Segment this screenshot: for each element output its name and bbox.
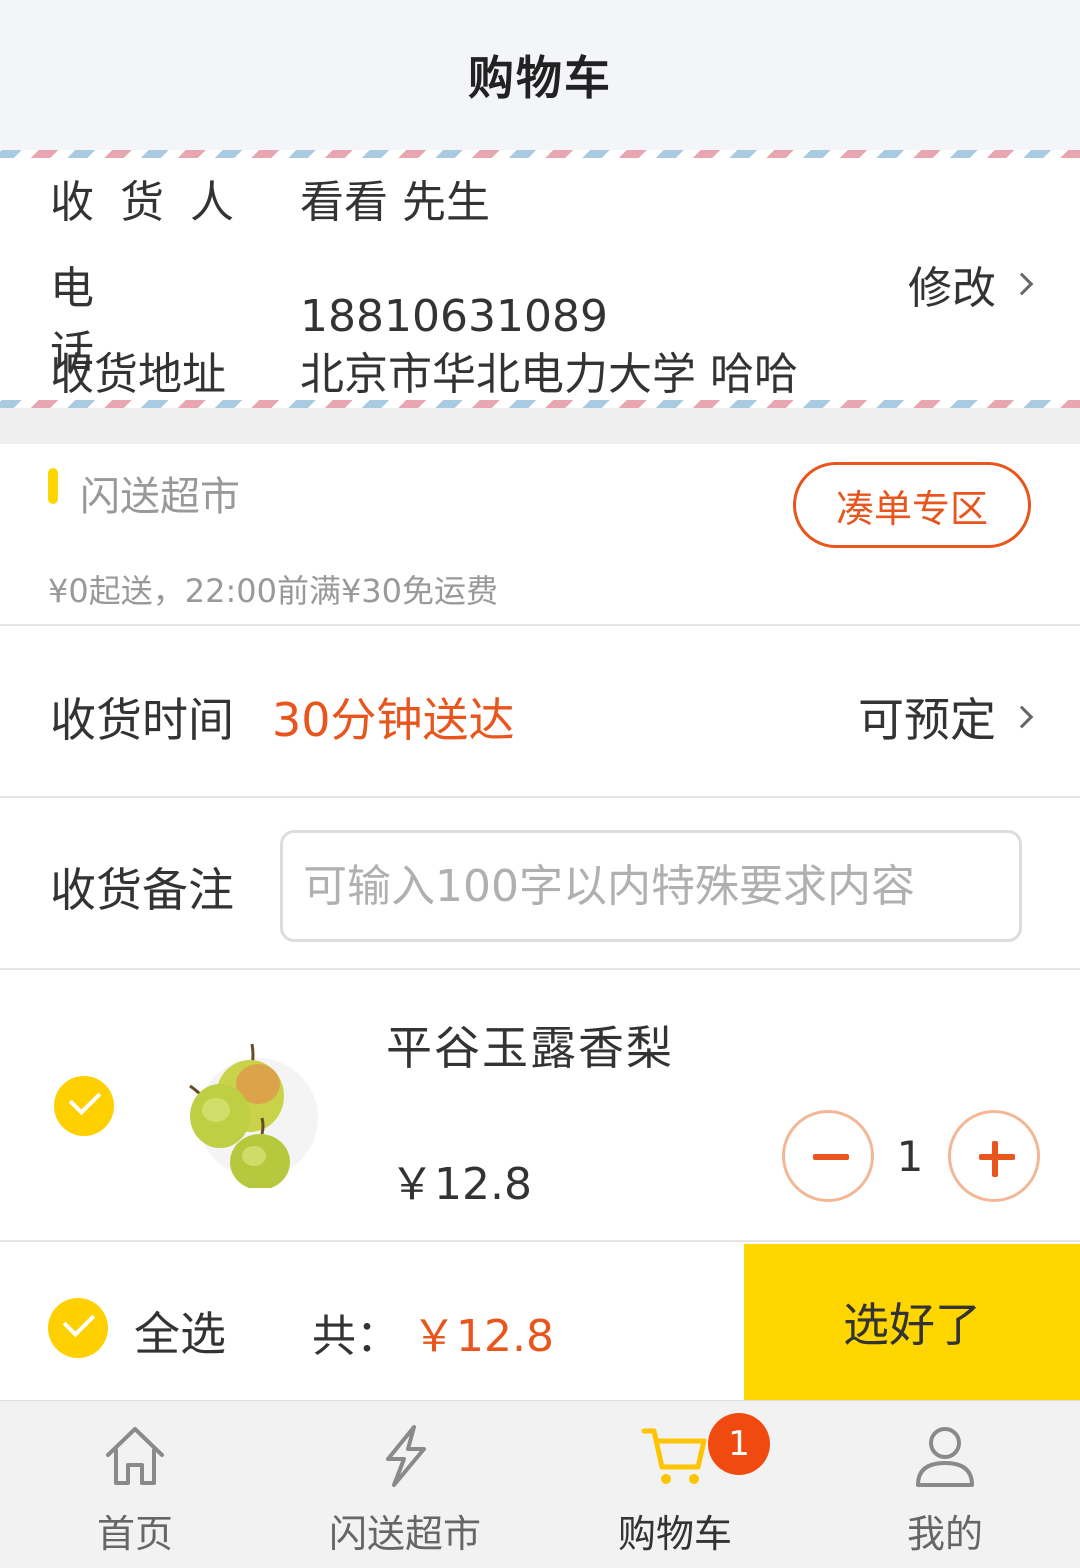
store-name: 闪送超市 xyxy=(80,474,240,520)
tab-flash-market[interactable]: 闪送超市 xyxy=(270,1401,540,1568)
address-card[interactable]: 收货人 看看 先生 电话 18810631089 修改 收货地址 北京市华北电力… xyxy=(0,158,1080,400)
tab-cart-label: 购物车 xyxy=(617,1512,732,1556)
tab-home-label: 首页 xyxy=(96,1512,173,1556)
select-all-checkbox[interactable] xyxy=(48,1298,108,1358)
store-delivery-note: ¥0起送，22:00前满¥30免运费 xyxy=(48,572,499,610)
user-icon xyxy=(916,1427,974,1487)
receiver-value: 看看 先生 xyxy=(300,177,490,228)
delivery-time-value: 30分钟送达 xyxy=(272,693,515,747)
increase-quantity-button[interactable] xyxy=(948,1110,1040,1202)
item-name[interactable]: 平谷玉露香梨 xyxy=(386,1012,674,1078)
receiver-row: 收货人 看看 先生 xyxy=(50,166,490,230)
address-row: 收货地址 北京市华北电力大学 哈哈 xyxy=(50,338,798,402)
item-price: ￥12.8 xyxy=(390,1159,532,1210)
tab-mine-label: 我的 xyxy=(906,1512,983,1556)
tab-home[interactable]: 首页 xyxy=(0,1401,270,1568)
edit-label: 修改 xyxy=(908,263,996,314)
envelope-stripe-top xyxy=(0,150,1080,158)
address-value: 北京市华北电力大学 哈哈 xyxy=(300,349,798,400)
total-label: 共： xyxy=(312,1311,400,1362)
plus-icon xyxy=(992,1141,998,1177)
confirm-button[interactable]: 选好了 xyxy=(744,1244,1080,1400)
reserve-link[interactable]: 可预定 xyxy=(858,684,1034,750)
reserve-label: 可预定 xyxy=(858,693,996,747)
pear-image xyxy=(189,1043,318,1188)
select-all-label[interactable]: 全选 xyxy=(134,1298,226,1364)
remark-row: 收货备注 xyxy=(0,800,1080,970)
receiver-label: 收货人 xyxy=(50,166,300,230)
section-divider xyxy=(0,408,1080,444)
remark-label: 收货备注 xyxy=(50,863,234,917)
checkout-bar: 全选 共： ￥12.8 选好了 xyxy=(0,1244,1080,1400)
delivery-time-row[interactable]: 收货时间 30分钟送达 可预定 xyxy=(0,628,1080,798)
page-title: 购物车 xyxy=(468,51,612,105)
address-label: 收货地址 xyxy=(50,338,300,402)
item-checkbox[interactable] xyxy=(54,1076,114,1136)
edit-address-link[interactable]: 修改 xyxy=(908,252,1034,316)
item-quantity: 1 xyxy=(896,1132,924,1181)
combine-order-button[interactable]: 凑单专区 xyxy=(793,462,1031,548)
tab-mine[interactable]: 我的 xyxy=(810,1401,1080,1568)
cart-item: 平谷玉露香梨 ￥12.8 1 xyxy=(0,972,1080,1242)
envelope-stripe-bottom xyxy=(0,400,1080,408)
header-bar: 购物车 xyxy=(0,0,1080,150)
lightning-icon xyxy=(386,1425,426,1487)
chevron-right-icon xyxy=(1010,705,1034,729)
delivery-time-label: 收货时间 xyxy=(50,693,234,747)
address-label-text: 收货地址 xyxy=(50,349,226,400)
cart-icon xyxy=(641,1428,707,1484)
bottom-tab-bar: 首页 闪送超市 购物车 我的 1 xyxy=(0,1400,1080,1568)
chevron-right-icon xyxy=(1010,272,1034,296)
cart-count-badge: 1 xyxy=(708,1413,770,1475)
store-marker xyxy=(48,468,58,504)
tab-flash-market-label: 闪送超市 xyxy=(328,1512,481,1556)
minus-icon xyxy=(813,1154,849,1160)
phone-value: 18810631089 xyxy=(300,290,608,342)
tab-cart[interactable]: 购物车 xyxy=(540,1401,810,1568)
home-icon xyxy=(106,1427,164,1485)
decrease-quantity-button[interactable] xyxy=(782,1110,874,1202)
receiver-label-text: 收货人 xyxy=(50,177,260,228)
total-price: ￥12.8 xyxy=(412,1311,554,1362)
remark-input[interactable] xyxy=(280,830,1022,942)
